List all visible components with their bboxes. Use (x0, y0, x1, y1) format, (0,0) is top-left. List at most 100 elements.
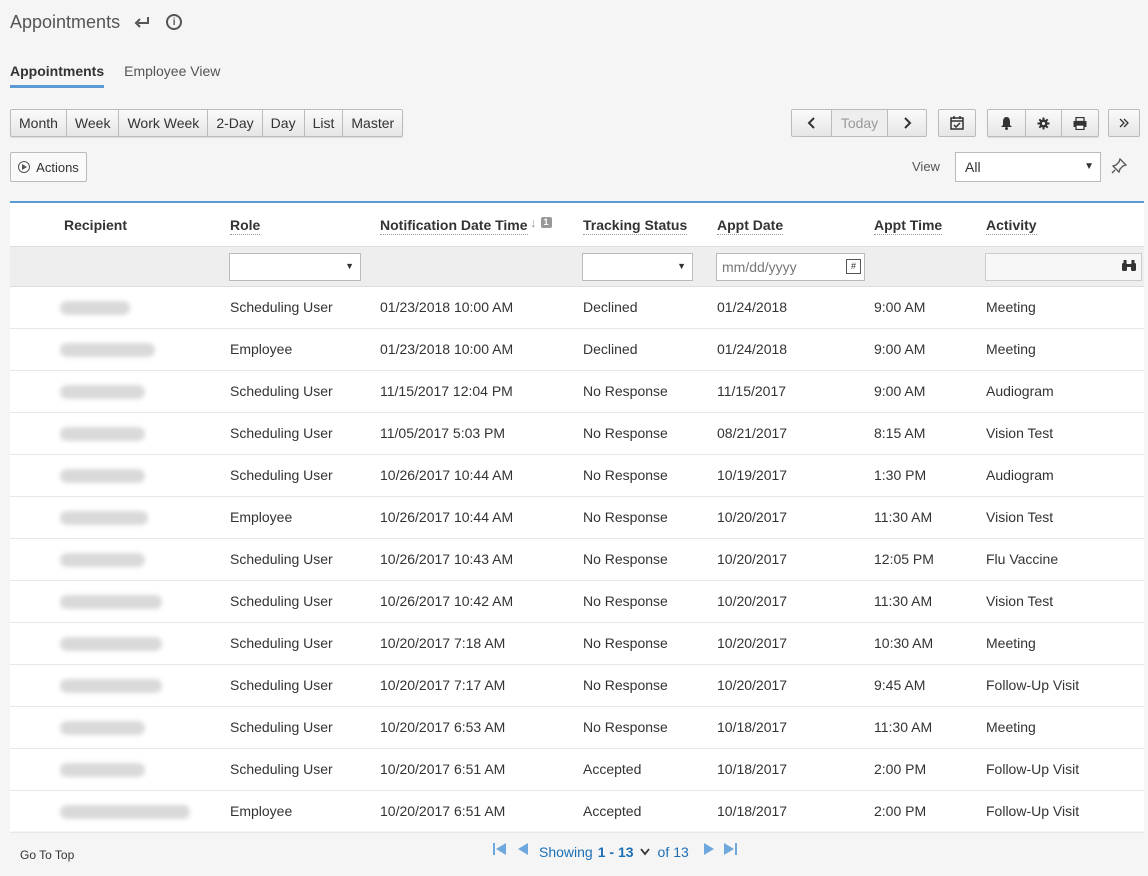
expand-button[interactable] (1108, 109, 1140, 137)
master-view-button[interactable]: Master (343, 110, 402, 136)
arrow-down-icon: ↓ (530, 215, 537, 230)
cell-notification-date-time: 11/15/2017 12:04 PM (380, 383, 513, 399)
col-appt-date[interactable]: Appt Date (717, 217, 784, 235)
recipient-redacted (60, 805, 190, 819)
tab-bar: Appointments Employee View (10, 63, 240, 88)
cell-appt-date: 10/19/2017 (717, 467, 788, 483)
print-button[interactable] (1062, 110, 1098, 136)
tracking-status-filter-select[interactable]: ▼ (582, 253, 693, 281)
col-role[interactable]: Role (230, 217, 261, 235)
col-notification-date-time[interactable]: Notification Date Time (380, 217, 528, 235)
table-row[interactable]: Scheduling User 10/20/2017 7:17 AM No Resp… (10, 665, 1144, 707)
cell-role: Employee (230, 803, 293, 819)
double-chevron-right-icon (1119, 118, 1129, 128)
table-row[interactable]: Scheduling User 10/20/2017 6:51 AM Accepte… (10, 749, 1144, 791)
col-recipient[interactable]: Recipient (64, 217, 127, 233)
table-row[interactable]: Scheduling User 10/20/2017 6:53 AM No Resp… (10, 707, 1144, 749)
cell-notification-date-time: 10/20/2017 6:53 AM (380, 719, 506, 735)
tab-employee-view[interactable]: Employee View (124, 63, 220, 88)
cell-appt-date: 10/18/2017 (717, 803, 788, 819)
go-to-top-link[interactable]: Go To Top (20, 848, 74, 862)
cell-notification-date-time: 10/20/2017 6:51 AM (380, 803, 506, 819)
cell-tracking-status: No Response (583, 551, 668, 567)
cell-appt-time: 2:00 PM (874, 761, 927, 777)
col-appt-time[interactable]: Appt Time (874, 217, 943, 235)
col-activity[interactable]: Activity (986, 217, 1037, 235)
cell-activity: Meeting (986, 299, 1036, 315)
cell-tracking-status: Accepted (583, 761, 642, 777)
info-icon[interactable]: i (166, 14, 183, 30)
next-button[interactable] (888, 110, 926, 136)
previous-button[interactable] (792, 110, 832, 136)
table-body: Scheduling User 01/23/2018 10:00 AM Declin… (10, 287, 1144, 833)
table-row[interactable]: Scheduling User 11/15/2017 12:04 PM No Res… (10, 371, 1144, 413)
view-select[interactable]: All ▼ (955, 152, 1101, 182)
cell-activity: Vision Test (986, 509, 1054, 525)
calendar-check-icon (950, 116, 964, 130)
print-icon (1073, 116, 1087, 130)
chevron-down-icon (639, 847, 650, 855)
page-size-dropdown[interactable] (639, 847, 650, 856)
table-row[interactable]: Scheduling User 10/26/2017 10:44 AM No Res… (10, 455, 1144, 497)
day-view-button[interactable]: Day (263, 110, 305, 136)
date-placeholder: mm/dd/yyyy (722, 259, 797, 275)
col-tracking-status[interactable]: Tracking Status (583, 217, 688, 235)
cell-activity: Audiogram (986, 467, 1054, 483)
cell-activity: Meeting (986, 341, 1036, 357)
cell-appt-time: 9:00 AM (874, 299, 926, 315)
two-day-view-button[interactable]: 2-Day (208, 110, 263, 136)
table-row[interactable]: Employee 10/20/2017 6:51 AM Accepted 10/18/… (10, 791, 1144, 833)
binoculars-icon[interactable] (1121, 259, 1137, 275)
bell-icon (1001, 117, 1012, 130)
role-filter-select[interactable]: ▼ (229, 253, 361, 281)
appointments-table: Recipient Role Notification Date Time ↓ … (10, 201, 1144, 833)
calendar-icon[interactable]: # (846, 259, 861, 274)
recipient-redacted (60, 595, 162, 609)
cell-notification-date-time: 01/23/2018 10:00 AM (380, 341, 514, 357)
first-page-icon[interactable] (492, 841, 508, 862)
table-row[interactable]: Scheduling User 01/23/2018 10:00 AM Declin… (10, 287, 1144, 329)
table-row[interactable]: Scheduling User 11/05/2017 5:03 PM No Resp… (10, 413, 1144, 455)
utility-buttons (987, 109, 1099, 137)
cell-tracking-status: No Response (583, 383, 668, 399)
gear-icon (1037, 117, 1050, 129)
appt-date-filter-input[interactable]: mm/dd/yyyy # (716, 253, 865, 281)
cell-activity: Vision Test (986, 425, 1054, 441)
cell-role: Scheduling User (230, 551, 333, 567)
next-page-icon[interactable] (702, 841, 716, 862)
table-row[interactable]: Employee 10/26/2017 10:44 AM No Response 10… (10, 497, 1144, 539)
prev-page-icon[interactable] (516, 841, 530, 862)
table-row[interactable]: Employee 01/23/2018 10:00 AM Declined 01/24… (10, 329, 1144, 371)
work-week-view-button[interactable]: Work Week (119, 110, 209, 136)
view-label: View (912, 159, 940, 174)
sort-order-badge: 1 (540, 217, 552, 228)
cell-appt-time: 1:30 PM (874, 467, 927, 483)
recipient-redacted (60, 385, 145, 399)
cell-appt-date: 10/20/2017 (717, 677, 788, 693)
settings-button[interactable] (1026, 110, 1062, 136)
cell-tracking-status: No Response (583, 593, 668, 609)
activity-filter-input[interactable] (985, 253, 1142, 281)
last-page-icon[interactable] (722, 841, 738, 862)
return-icon[interactable] (134, 15, 150, 29)
tab-appointments[interactable]: Appointments (10, 63, 105, 88)
cell-tracking-status: No Response (583, 677, 668, 693)
week-view-button[interactable]: Week (67, 110, 120, 136)
table-row[interactable]: Scheduling User 10/26/2017 10:42 AM No Res… (10, 581, 1144, 623)
table-row[interactable]: Scheduling User 10/20/2017 7:18 AM No Resp… (10, 623, 1144, 665)
calendar-check-button[interactable] (938, 109, 976, 137)
actions-button[interactable]: Actions (10, 152, 87, 182)
pin-icon[interactable] (1111, 157, 1128, 178)
cell-role: Scheduling User (230, 677, 333, 693)
list-view-button[interactable]: List (305, 110, 344, 136)
notifications-button[interactable] (988, 110, 1026, 136)
cell-tracking-status: Declined (583, 299, 638, 315)
today-button[interactable]: Today (832, 110, 888, 136)
cell-notification-date-time: 10/26/2017 10:44 AM (380, 467, 514, 483)
cell-activity: Follow-Up Visit (986, 761, 1080, 777)
month-view-button[interactable]: Month (11, 110, 67, 136)
table-row[interactable]: Scheduling User 10/26/2017 10:43 AM No Res… (10, 539, 1144, 581)
cell-appt-date: 01/24/2018 (717, 299, 788, 315)
play-circle-icon (18, 161, 31, 173)
recipient-redacted (60, 637, 162, 651)
